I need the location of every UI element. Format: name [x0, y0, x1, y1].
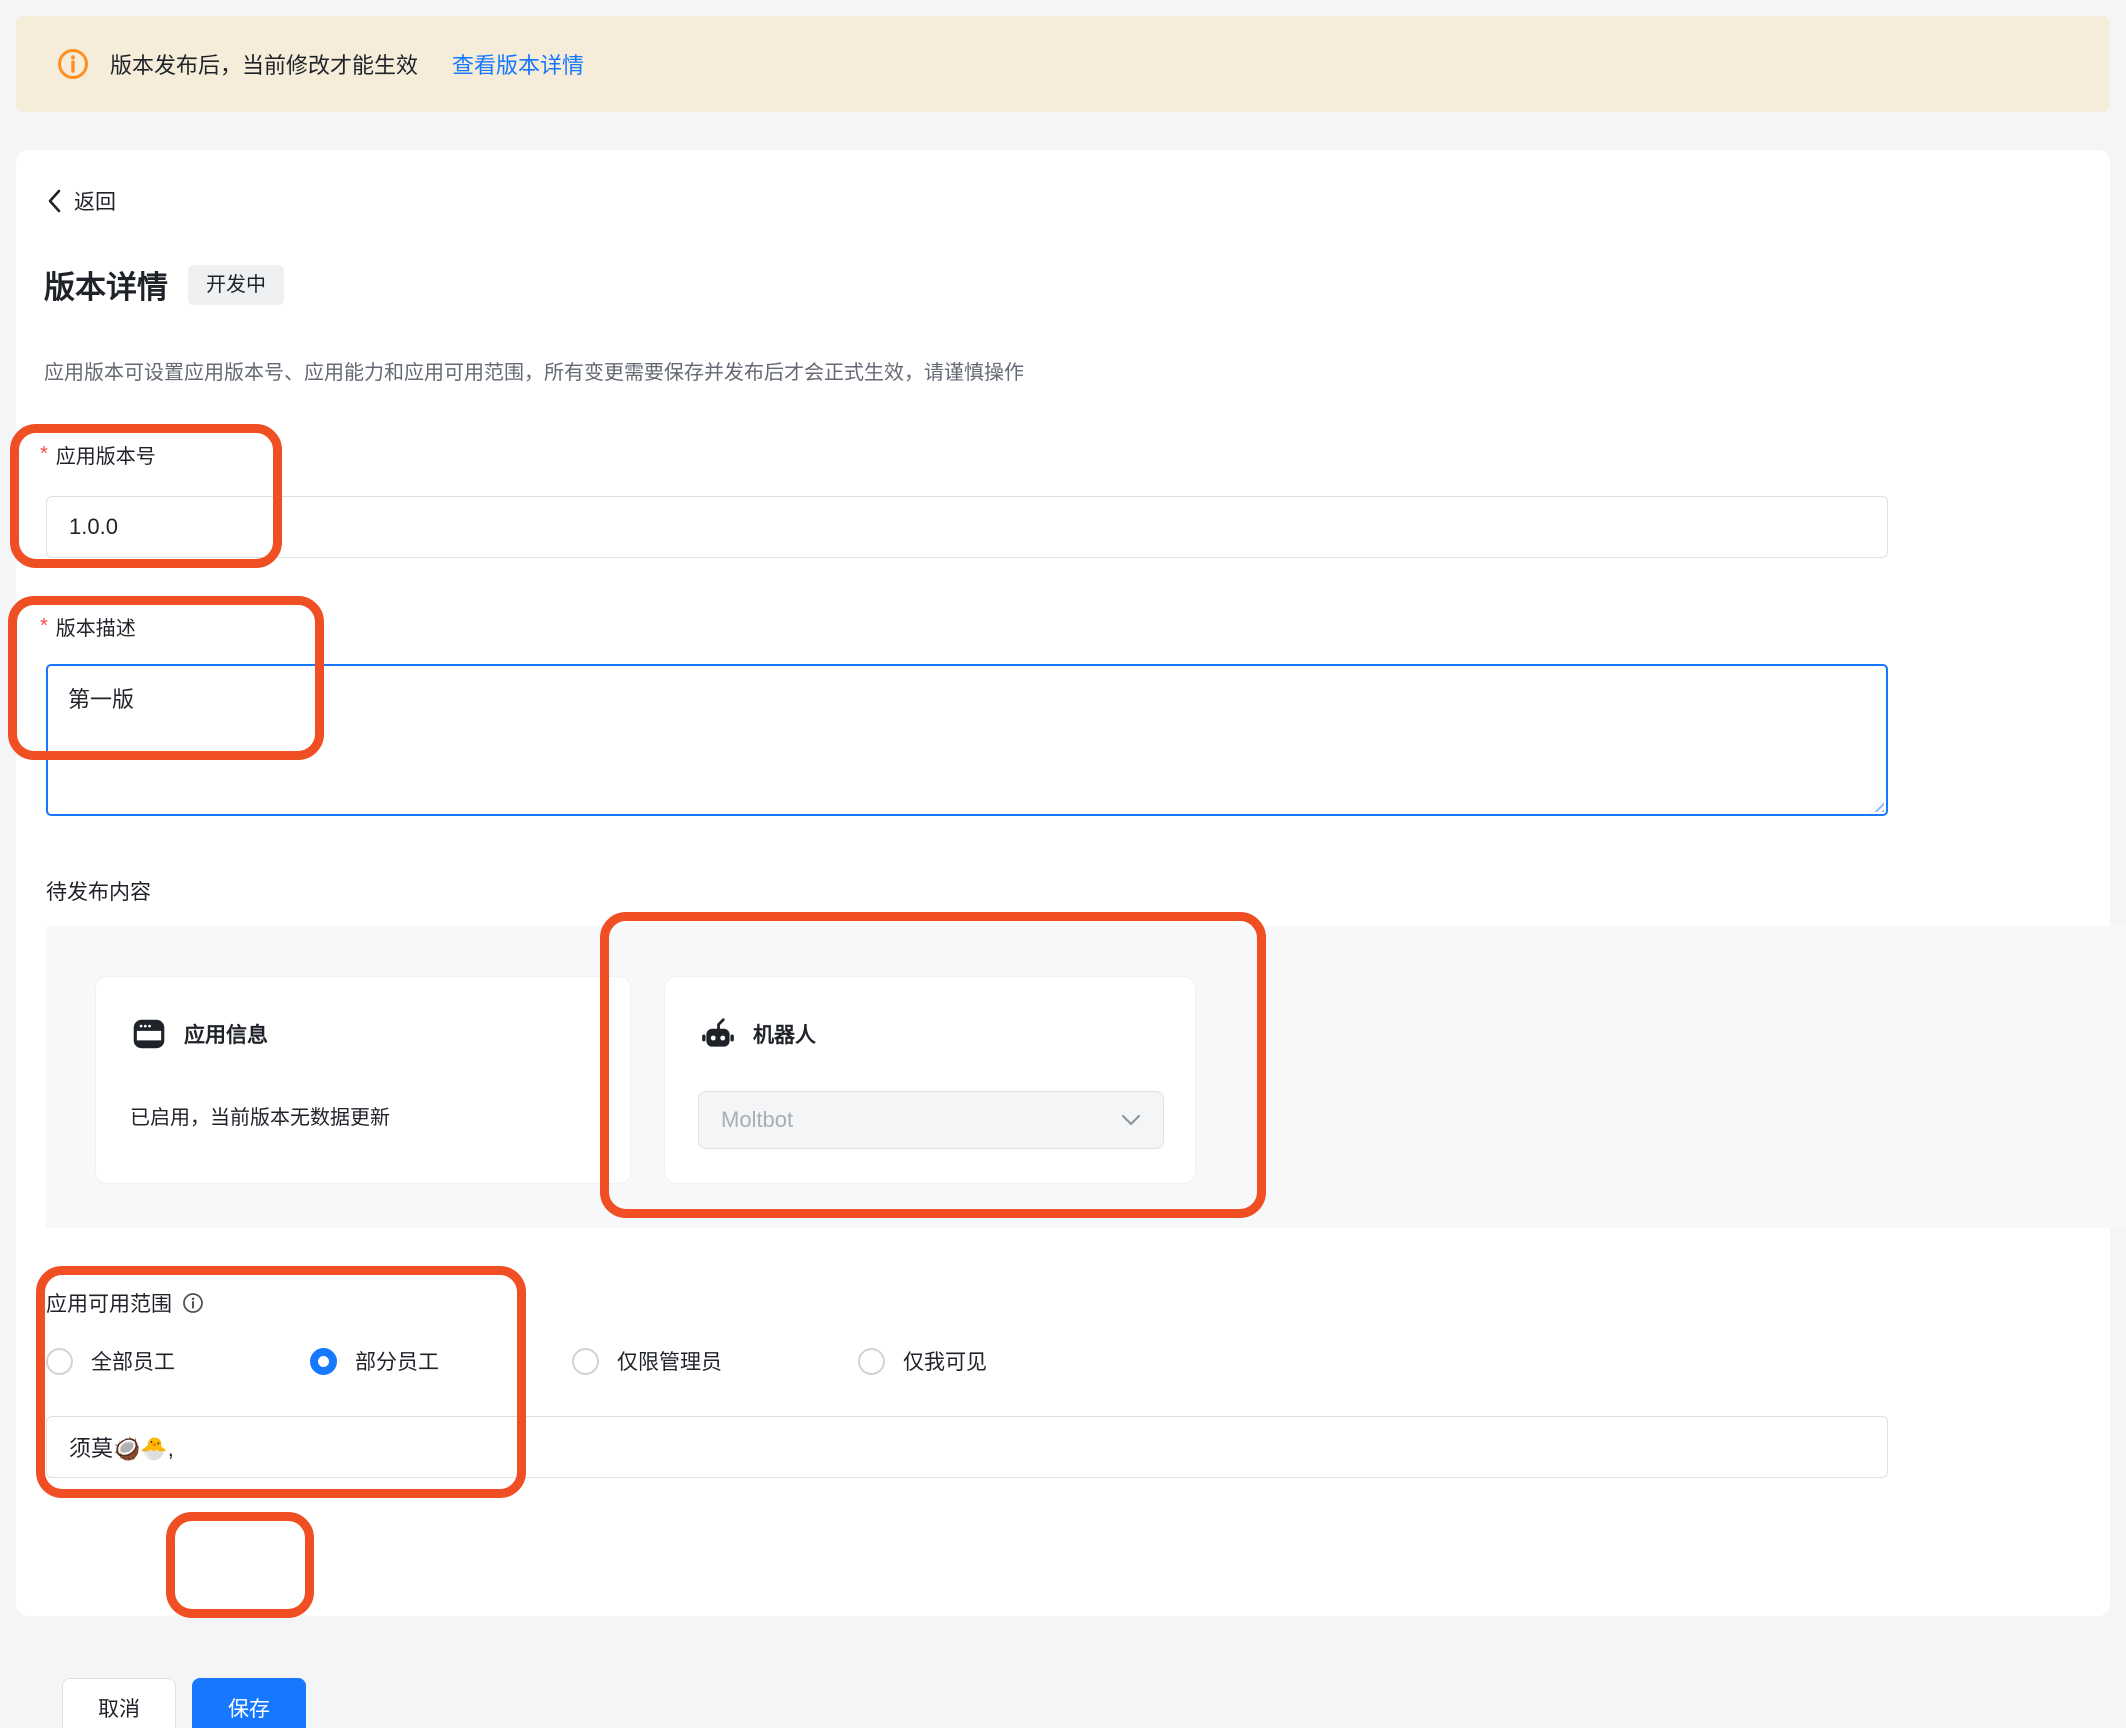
version-number-label: * 应用版本号: [40, 440, 156, 469]
version-detail-page: 版本发布后，当前修改才能生效 查看版本详情 返回 版本详情 开发中 应用版本可设…: [0, 0, 2126, 1728]
radio-circle: [858, 1348, 885, 1375]
pending-panel: 应用信息 已启用，当前版本无数据更新: [46, 926, 2126, 1228]
radio-option-partial-staff[interactable]: 部分员工: [310, 1346, 439, 1376]
radio-circle: [572, 1348, 599, 1375]
title-row: 版本详情 开发中: [44, 262, 284, 307]
robot-title: 机器人: [753, 1019, 816, 1049]
page-title: 版本详情: [44, 262, 168, 307]
scope-label: 应用可用范围: [46, 1288, 172, 1318]
app-window-icon: [130, 1015, 168, 1053]
main-card: 返回 版本详情 开发中 应用版本可设置应用版本号、应用能力和应用可用范围，所有变…: [16, 150, 2110, 1616]
radio-circle: [46, 1348, 73, 1375]
app-info-card: 应用信息 已启用，当前版本无数据更新: [95, 976, 631, 1184]
chevron-left-icon: [46, 188, 62, 214]
info-banner: 版本发布后，当前修改才能生效 查看版本详情: [16, 16, 2110, 112]
radio-option-all-staff[interactable]: 全部员工: [46, 1346, 175, 1376]
version-description-label: * 版本描述: [40, 612, 136, 641]
cancel-button[interactable]: 取消: [62, 1678, 176, 1728]
page-description: 应用版本可设置应用版本号、应用能力和应用可用范围，所有变更需要保存并发布后才会正…: [44, 356, 1024, 385]
radio-option-admin-only[interactable]: 仅限管理员: [572, 1346, 722, 1376]
scope-row: 应用可用范围: [46, 1288, 204, 1318]
robot-card: 机器人 Moltbot: [664, 976, 1196, 1184]
info-circle-icon: [56, 47, 90, 81]
version-description-textarea[interactable]: 第一版: [46, 664, 1888, 816]
banner-text: 版本发布后，当前修改才能生效: [110, 48, 418, 80]
robot-select[interactable]: Moltbot: [698, 1091, 1164, 1149]
radio-option-only-me[interactable]: 仅我可见: [858, 1346, 987, 1376]
app-info-status: 已启用，当前版本无数据更新: [130, 1101, 390, 1130]
required-asterisk: *: [40, 615, 48, 638]
required-asterisk: *: [40, 443, 48, 466]
version-description-wrap: 第一版: [46, 664, 1888, 816]
radio-circle: [310, 1348, 337, 1375]
chevron-down-icon: [1121, 1114, 1141, 1126]
view-version-link[interactable]: 查看版本详情: [452, 48, 584, 80]
version-number-input[interactable]: [46, 496, 1888, 558]
robot-select-value: Moltbot: [721, 1107, 793, 1133]
info-icon[interactable]: [182, 1292, 204, 1314]
members-input[interactable]: [46, 1416, 1888, 1478]
robot-icon: [699, 1015, 737, 1053]
pending-section-label: 待发布内容: [46, 876, 151, 906]
save-button[interactable]: 保存: [192, 1678, 306, 1728]
back-label: 返回: [74, 186, 116, 216]
status-badge: 开发中: [188, 265, 284, 305]
back-button[interactable]: 返回: [46, 186, 116, 216]
app-info-title: 应用信息: [184, 1019, 268, 1049]
